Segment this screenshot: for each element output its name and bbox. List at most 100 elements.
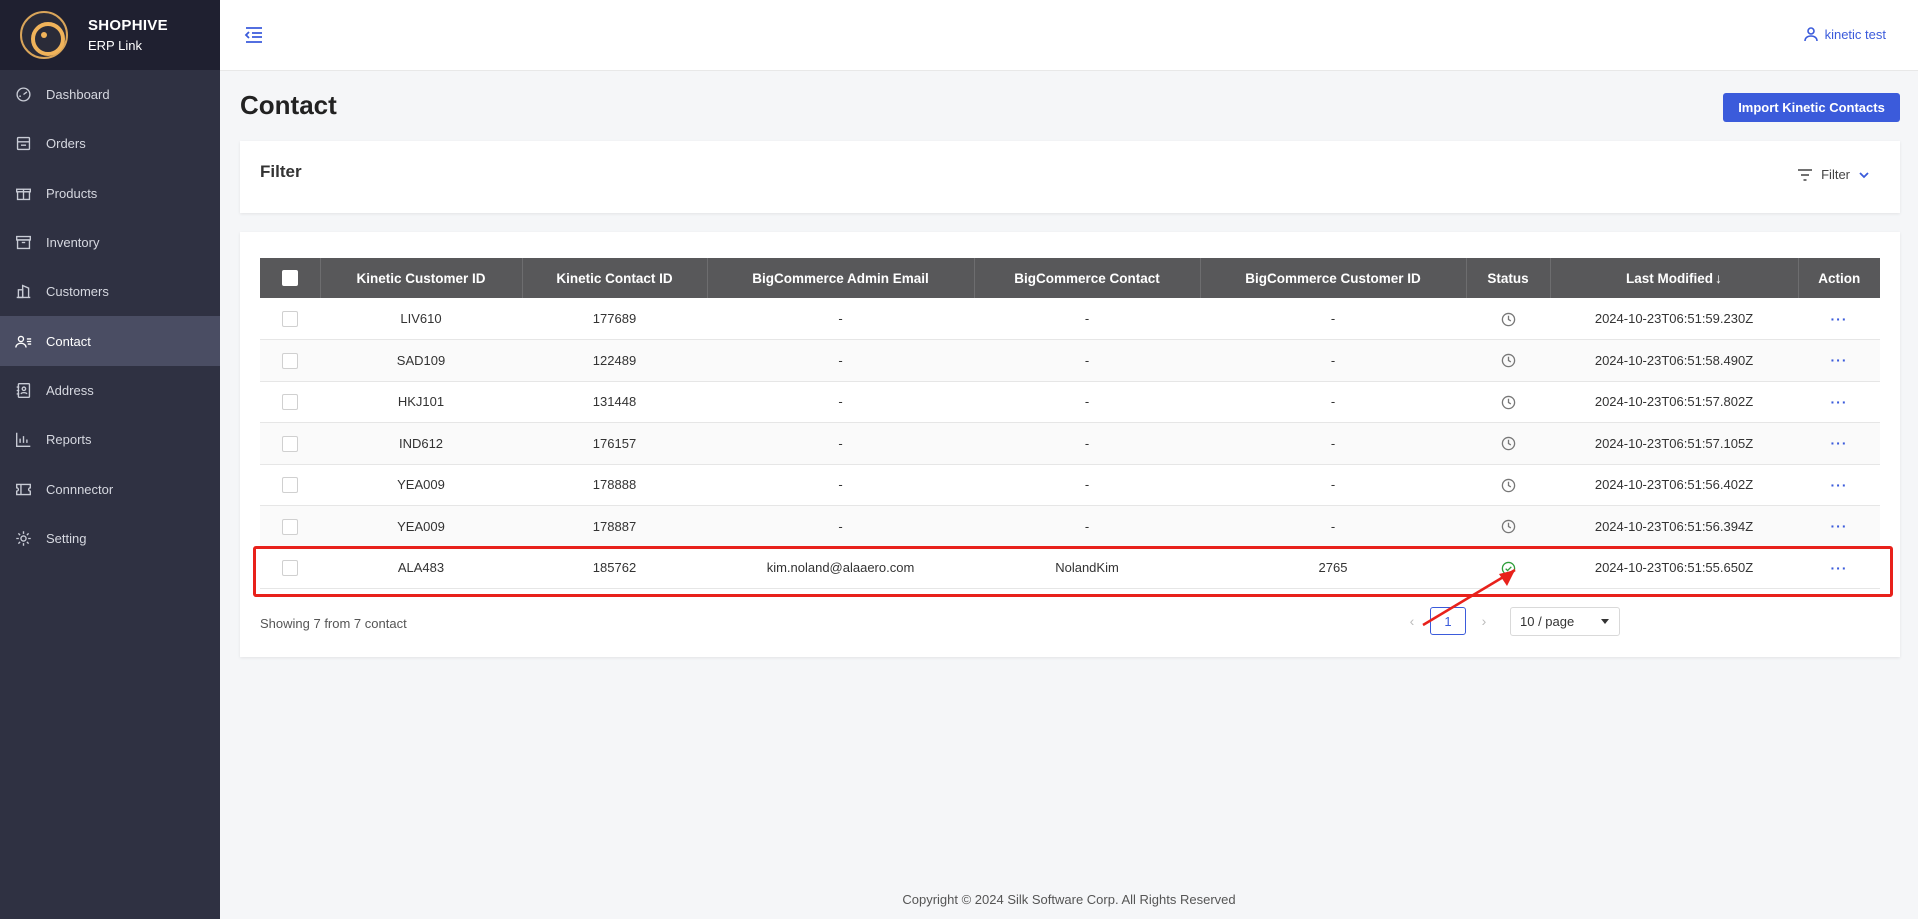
- row-select-cell: [260, 298, 320, 340]
- sidebar-item-label: Products: [46, 185, 98, 201]
- sort-desc-icon[interactable]: ↓: [1715, 270, 1722, 286]
- more-actions-icon[interactable]: ···: [1831, 435, 1848, 451]
- table-row: HKJ101 131448- - -2024-10-23T06:51:57.802Z ·…: [260, 381, 1880, 423]
- clock-icon: [1501, 477, 1516, 493]
- clock-icon: [1501, 435, 1516, 451]
- cell-contact-id: 131448: [522, 381, 707, 423]
- table-body: LIV610 177689- - -2024-10-23T06:51:59.230Z ·…: [260, 298, 1880, 589]
- sidebar-item-label: Customers: [46, 284, 109, 300]
- column-header: Action: [1798, 258, 1880, 298]
- sidebar-item-label: Inventory: [46, 235, 100, 251]
- address-book-icon: [14, 381, 32, 399]
- clock-icon: [1501, 310, 1516, 326]
- sidebar-item-label: Connnector: [46, 481, 114, 497]
- filter-button-label: Filter: [1821, 167, 1850, 182]
- sidebar-item-connector[interactable]: Connnector: [0, 464, 220, 513]
- row-checkbox[interactable]: [282, 518, 298, 535]
- cell-status: [1466, 464, 1550, 506]
- cell-contact-id: 176157: [522, 422, 707, 465]
- column-header[interactable]: Kinetic Contact ID: [522, 258, 708, 298]
- more-actions-icon[interactable]: ···: [1831, 311, 1848, 327]
- clock-icon: [1501, 352, 1516, 368]
- top-header: kinetic test: [220, 0, 1918, 71]
- column-header[interactable]: Kinetic Customer ID: [320, 258, 523, 298]
- column-header[interactable]: BigCommerce Customer ID: [1200, 258, 1467, 298]
- row-checkbox[interactable]: [282, 352, 298, 369]
- user-icon: [1803, 27, 1818, 42]
- row-checkbox[interactable]: [282, 560, 298, 577]
- next-page-icon[interactable]: ›: [1472, 608, 1496, 634]
- select-all-checkbox[interactable]: [281, 270, 298, 287]
- page-size-value: 10 / page: [1520, 614, 1575, 629]
- clock-icon: [1501, 394, 1516, 410]
- row-select-cell: [260, 505, 320, 548]
- brand[interactable]: SHOPHIVE ERP Link: [0, 0, 220, 70]
- cell-contact: -: [974, 298, 1200, 340]
- page-title: Contact: [240, 90, 337, 120]
- more-actions-icon[interactable]: ···: [1831, 394, 1848, 410]
- more-actions-icon[interactable]: ···: [1831, 352, 1848, 368]
- row-checkbox[interactable]: [282, 310, 298, 327]
- cell-contact: NolandKim: [974, 547, 1200, 589]
- menu-collapse-icon[interactable]: [244, 26, 264, 44]
- cell-contact-id: 185762: [522, 547, 707, 589]
- shophive-logo: [20, 11, 68, 59]
- cell-customer-id: YEA009: [320, 505, 522, 548]
- cell-email: -: [707, 381, 974, 423]
- check-circle-icon: [1501, 560, 1516, 576]
- page-number[interactable]: 1: [1430, 607, 1466, 635]
- user-name: kinetic test: [1824, 26, 1886, 42]
- cell-last-modified: 2024-10-23T06:51:56.402Z: [1550, 464, 1798, 506]
- sidebar-item-orders[interactable]: Orders: [0, 119, 220, 168]
- caret-down-icon: [1601, 619, 1609, 624]
- cell-last-modified: 2024-10-23T06:51:57.105Z: [1550, 422, 1798, 465]
- column-header[interactable]: BigCommerce Contact: [974, 258, 1201, 298]
- page-size-select[interactable]: 10 / page: [1510, 607, 1620, 636]
- cell-status: [1466, 381, 1550, 423]
- sidebar-item-products[interactable]: Products: [0, 169, 220, 218]
- cell-bc-customer-id: -: [1200, 381, 1466, 423]
- cell-contact: -: [974, 464, 1200, 506]
- cell-email: -: [707, 298, 974, 340]
- cell-action: ···: [1798, 298, 1880, 340]
- brand-subtitle: ERP Link: [88, 38, 142, 53]
- sidebar-item-contact[interactable]: Contact: [0, 316, 220, 366]
- row-select-cell: [260, 464, 320, 506]
- sidebar-item-customers[interactable]: Customers: [0, 267, 220, 316]
- sidebar-item-label: Orders: [46, 136, 86, 152]
- prev-page-icon[interactable]: ‹: [1400, 608, 1424, 634]
- column-header[interactable]: BigCommerce Admin Email: [707, 258, 975, 298]
- gear-icon: [14, 529, 32, 547]
- row-checkbox[interactable]: [282, 477, 298, 494]
- import-kinetic-contacts-button[interactable]: Import Kinetic Contacts: [1723, 93, 1900, 122]
- cell-customer-id: YEA009: [320, 464, 522, 506]
- sidebar-item-dashboard[interactable]: Dashboard: [0, 70, 220, 119]
- sidebar-nav: Dashboard Orders Products Inventory Cust…: [0, 70, 220, 563]
- dashboard-icon: [14, 86, 32, 104]
- sidebar-item-address[interactable]: Address: [0, 366, 220, 415]
- sidebar-item-reports[interactable]: Reports: [0, 415, 220, 464]
- sidebar-item-inventory[interactable]: Inventory: [0, 218, 220, 267]
- cell-customer-id: ALA483: [320, 547, 522, 589]
- column-header[interactable]: Status: [1466, 258, 1551, 298]
- cell-last-modified: 2024-10-23T06:51:57.802Z: [1550, 381, 1798, 423]
- user-menu[interactable]: kinetic test: [1803, 26, 1886, 42]
- table-header-row: Kinetic Customer ID Kinetic Contact ID B…: [260, 258, 1880, 298]
- sidebar-item-label: Reports: [46, 432, 92, 448]
- cell-status: [1466, 339, 1550, 382]
- row-checkbox[interactable]: [282, 435, 298, 452]
- pagination-summary: Showing 7 from 7 contact: [260, 616, 407, 631]
- row-checkbox[interactable]: [282, 394, 298, 411]
- cell-action: ···: [1798, 464, 1880, 506]
- cell-bc-customer-id: -: [1200, 298, 1466, 340]
- more-actions-icon[interactable]: ···: [1831, 560, 1848, 576]
- table-row: IND612 176157- - -2024-10-23T06:51:57.105Z ·…: [260, 422, 1880, 465]
- more-actions-icon[interactable]: ···: [1831, 477, 1848, 493]
- filter-toggle-button[interactable]: Filter: [1797, 167, 1870, 182]
- column-header-label: Last Modified: [1626, 271, 1713, 286]
- cell-last-modified: 2024-10-23T06:51:59.230Z: [1550, 298, 1798, 340]
- cell-bc-customer-id: -: [1200, 464, 1466, 506]
- sidebar-item-setting[interactable]: Setting: [0, 514, 220, 563]
- more-actions-icon[interactable]: ···: [1831, 518, 1848, 534]
- column-header-last-modified[interactable]: Last Modified ↓: [1550, 258, 1799, 298]
